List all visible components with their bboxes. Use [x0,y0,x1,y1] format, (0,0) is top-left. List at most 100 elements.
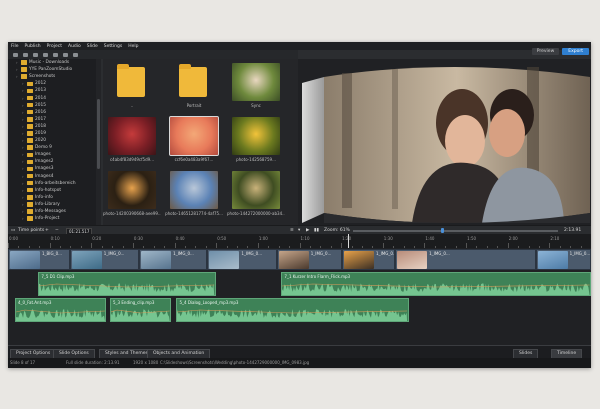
file-item[interactable]: photo-142568759... [227,115,285,167]
chevron-right-icon[interactable]: › [22,181,25,186]
tree-item[interactable]: › Info-Project [8,215,96,222]
chevron-right-icon[interactable]: › [22,131,25,136]
add-timepoint-button[interactable]: + [45,228,49,233]
tree-item[interactable]: › Info-arbeitsbereich [8,180,96,187]
file-item[interactable]: photo-14651281774-4af75... [165,169,223,221]
list-icon[interactable]: ≡ [290,228,294,233]
chevron-right-icon[interactable]: › [22,216,25,221]
tree-item[interactable]: › Images2 [8,158,96,165]
tree-item[interactable]: › 2020 [8,137,96,144]
chevron-right-icon[interactable]: › [22,117,25,122]
chevron-right-icon[interactable]: › [22,202,25,207]
remove-timepoint-button[interactable]: − [55,228,59,233]
chevron-right-icon[interactable]: › [22,138,25,143]
tree-item[interactable]: › 2015 [8,102,96,109]
video-clip[interactable]: 1_BIG_0... [8,249,70,270]
close-icon[interactable] [73,52,78,57]
tree-item[interactable]: › Music - Downloads [8,59,96,66]
tree-item[interactable]: › Screenshots [8,73,96,80]
chevron-right-icon[interactable]: › [22,159,25,164]
tree-item[interactable]: › 2018 [8,123,96,130]
tree-item-label: Images [35,152,51,158]
file-name: Portrait [186,103,202,108]
chevron-right-icon[interactable]: › [22,88,25,93]
tree-item[interactable]: › Demo 9 [8,144,96,151]
audio-clip[interactable]: 7_5 D1 Clip.mp3 [38,272,216,296]
preview-button[interactable]: Preview [531,48,560,55]
chevron-right-icon[interactable]: › [16,67,19,72]
add-icon[interactable] [43,52,48,57]
tree-item[interactable]: › Images3 [8,165,96,172]
tree-item[interactable]: › YYE PanZoomStudio [8,66,96,73]
chevron-right-icon[interactable]: › [22,145,25,150]
tree-item[interactable]: › Info-Messages [8,208,96,215]
image-thumbnail [232,117,280,155]
menu-item-help[interactable]: Help [125,44,141,49]
file-item[interactable]: photo-144272000000-ab34... [227,169,285,221]
audio-clip[interactable]: 5_4 Dialog_Looped_mp3.mp3 [176,298,409,322]
audio-clip[interactable]: 7_1 Kurzer Intro Flarm_Flick.mp3 [281,272,591,296]
step-button[interactable]: ▮▮ [314,228,319,233]
chevron-right-icon[interactable]: › [22,195,25,200]
export-button[interactable]: Export [562,48,589,55]
tree-item[interactable]: › Images4 [8,173,96,180]
chevron-right-icon[interactable]: › [22,103,25,108]
video-clip[interactable]: 1_IMG_0... [342,249,396,270]
chevron-right-icon[interactable]: › [22,166,25,171]
chevron-right-icon[interactable]: › [22,188,25,193]
grid-view-icon[interactable] [53,52,58,57]
list-view-icon[interactable] [63,52,68,57]
chevron-right-icon[interactable]: › [22,209,25,214]
tree-item[interactable]: › Images [8,151,96,158]
chevron-down-icon[interactable]: ▾ [298,228,300,233]
file-item[interactable]: Sync [227,61,285,113]
chevron-right-icon[interactable]: › [22,110,25,115]
chevron-right-icon[interactable]: › [16,74,19,79]
video-clip[interactable]: 1_IMG_0... [69,249,140,270]
save-icon[interactable] [33,52,38,57]
audio-clip[interactable]: 5_3 Ending_clip.mp3 [110,298,171,322]
menu-item-audio[interactable]: Audio [65,44,84,49]
tree-scrollbar[interactable] [96,59,101,225]
file-item[interactable]: c4ab4f83d949cf5d9... [103,115,161,167]
video-clip[interactable]: 1_IMG_0... [395,249,536,270]
chevron-right-icon[interactable]: › [16,60,19,65]
chevron-right-icon[interactable]: › [22,96,25,101]
video-clip[interactable]: 1_IMG_0... [139,249,208,270]
file-item[interactable]: photo-14200390668-aee99... [103,169,161,221]
new-icon[interactable] [13,52,18,57]
tree-item[interactable]: › 2019 [8,130,96,137]
tree-item[interactable]: › 2017 [8,116,96,123]
chevron-right-icon[interactable]: › [22,124,25,129]
folder-icon [27,131,33,136]
file-name: Sync [251,103,261,108]
timepoints-icon[interactable]: ▭ [11,228,15,233]
play-button[interactable]: ▶ [306,228,309,233]
menu-item-publish[interactable]: Publish [22,44,44,49]
menu-item-slide[interactable]: Slide [84,44,101,49]
chevron-right-icon[interactable]: › [22,81,25,86]
tree-item[interactable]: › 2013 [8,87,96,94]
position-slider[interactable] [353,230,558,232]
timeline-ruler[interactable]: 0:00 0:10 0:20 0:30 0:40 0:50 1:00 1:10 1:20 1:30… [8,234,591,248]
chevron-right-icon[interactable]: › [22,152,25,157]
open-icon[interactable] [23,52,28,57]
file-item[interactable]: ccf6e0a483a9f67... [165,115,223,167]
chevron-right-icon[interactable]: › [22,174,25,179]
menu-item-project[interactable]: Project [44,44,65,49]
file-item[interactable]: Portrait [165,61,223,113]
tree-item[interactable]: › 2016 [8,109,96,116]
video-clip[interactable]: 1_IMG_0... [207,249,277,270]
tree-item[interactable]: › Info-info [8,194,96,201]
tree-item[interactable]: › 2014 [8,94,96,101]
tree-item[interactable]: › Info-hotspot [8,187,96,194]
menu-item-file[interactable]: File [8,44,22,49]
file-item[interactable]: .. [103,61,161,113]
tree-item[interactable]: › Info-Library [8,201,96,208]
tree-item[interactable]: › 2012 [8,80,96,87]
audio-clip[interactable]: 4_0_Fat.Ant.mp3 [14,298,106,322]
slider-handle[interactable] [441,228,444,233]
video-clip[interactable]: 1_IMG_0... [535,249,591,270]
video-clip[interactable]: 1_IMG_0... [276,249,343,270]
menu-item-settings[interactable]: Settings [101,44,125,49]
